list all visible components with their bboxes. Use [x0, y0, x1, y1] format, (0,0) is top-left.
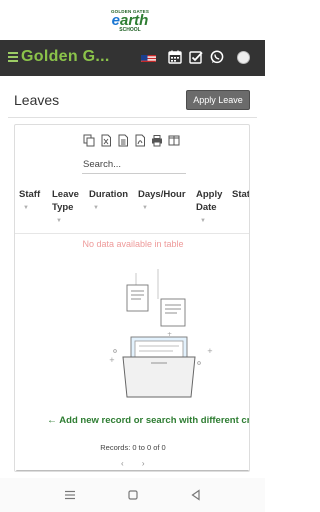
add-record-link[interactable]: ← Add new record or search with differen…	[47, 415, 250, 426]
system-nav-bar	[0, 478, 265, 512]
print-icon[interactable]	[151, 134, 163, 147]
column-status[interactable]: Stat	[232, 188, 249, 201]
svg-text:+: +	[207, 347, 213, 355]
arrow-left-icon: ←	[47, 415, 57, 426]
menu-icon[interactable]	[8, 50, 19, 64]
leaves-table-card: Search... Staff ▼ Leave Type ▼ Duration …	[14, 124, 250, 472]
column-duration[interactable]: Duration	[89, 188, 128, 201]
column-leave-type[interactable]: Leave Type	[52, 188, 86, 214]
school-logo: GOLDEN GATES earth SCHOOL	[97, 9, 163, 34]
page-title: Leaves	[14, 92, 60, 108]
sort-icon[interactable]: ▼	[23, 205, 29, 211]
title-divider	[8, 117, 257, 118]
us-flag-icon[interactable]	[141, 52, 156, 62]
top-header: Golden G...	[0, 40, 265, 76]
logo-strip: GOLDEN GATES earth SCHOOL	[0, 0, 265, 40]
add-record-label: Add new record or search with different …	[59, 415, 250, 426]
search-input[interactable]: Search...	[82, 156, 186, 174]
table-header: Staff ▼ Leave Type ▼ Duration ▼ Days/Hou…	[15, 185, 249, 235]
column-apply-date[interactable]: Apply Date	[196, 188, 228, 214]
empty-table-message: No data available in table	[82, 239, 184, 249]
copy-icon[interactable]	[83, 134, 95, 147]
home-icon[interactable]	[126, 488, 140, 502]
logo-bottom-text: SCHOOL	[119, 27, 141, 33]
sort-icon[interactable]: ▼	[200, 218, 206, 224]
excel-icon[interactable]	[100, 134, 112, 147]
calendar-icon[interactable]	[168, 50, 182, 64]
sort-icon[interactable]: ▼	[93, 205, 99, 211]
column-staff[interactable]: Staff	[19, 188, 40, 201]
sort-icon[interactable]: ▼	[56, 218, 62, 224]
pager-arrows[interactable]: ‹ ›	[121, 459, 153, 468]
avatar[interactable]	[237, 51, 250, 64]
apply-leave-button[interactable]: Apply Leave	[186, 90, 250, 110]
header-divider	[15, 233, 249, 234]
columns-icon[interactable]	[168, 134, 180, 147]
recent-apps-icon[interactable]	[63, 488, 77, 502]
svg-text:+: +	[109, 356, 115, 364]
csv-icon[interactable]	[117, 134, 129, 147]
app-screen: GOLDEN GATES earth SCHOOL Golden G... Le…	[0, 0, 265, 512]
checkbox-icon[interactable]	[189, 50, 203, 64]
brand-title[interactable]: Golden G...	[21, 48, 110, 66]
whatsapp-icon[interactable]	[210, 50, 224, 64]
logo-main-text: earth	[111, 12, 149, 29]
empty-folder-illustration: + + +	[103, 265, 215, 405]
pdf-icon[interactable]	[134, 134, 146, 147]
page-title-row: Leaves Apply Leave	[0, 76, 265, 116]
back-icon[interactable]	[189, 488, 203, 502]
sort-icon[interactable]: ▼	[142, 205, 148, 211]
records-count: Records: 0 to 0 of 0	[100, 443, 166, 452]
horizontal-scrollbar[interactable]	[16, 470, 249, 471]
export-toolbar	[83, 134, 183, 148]
column-days-hour[interactable]: Days/Hour	[138, 188, 186, 201]
